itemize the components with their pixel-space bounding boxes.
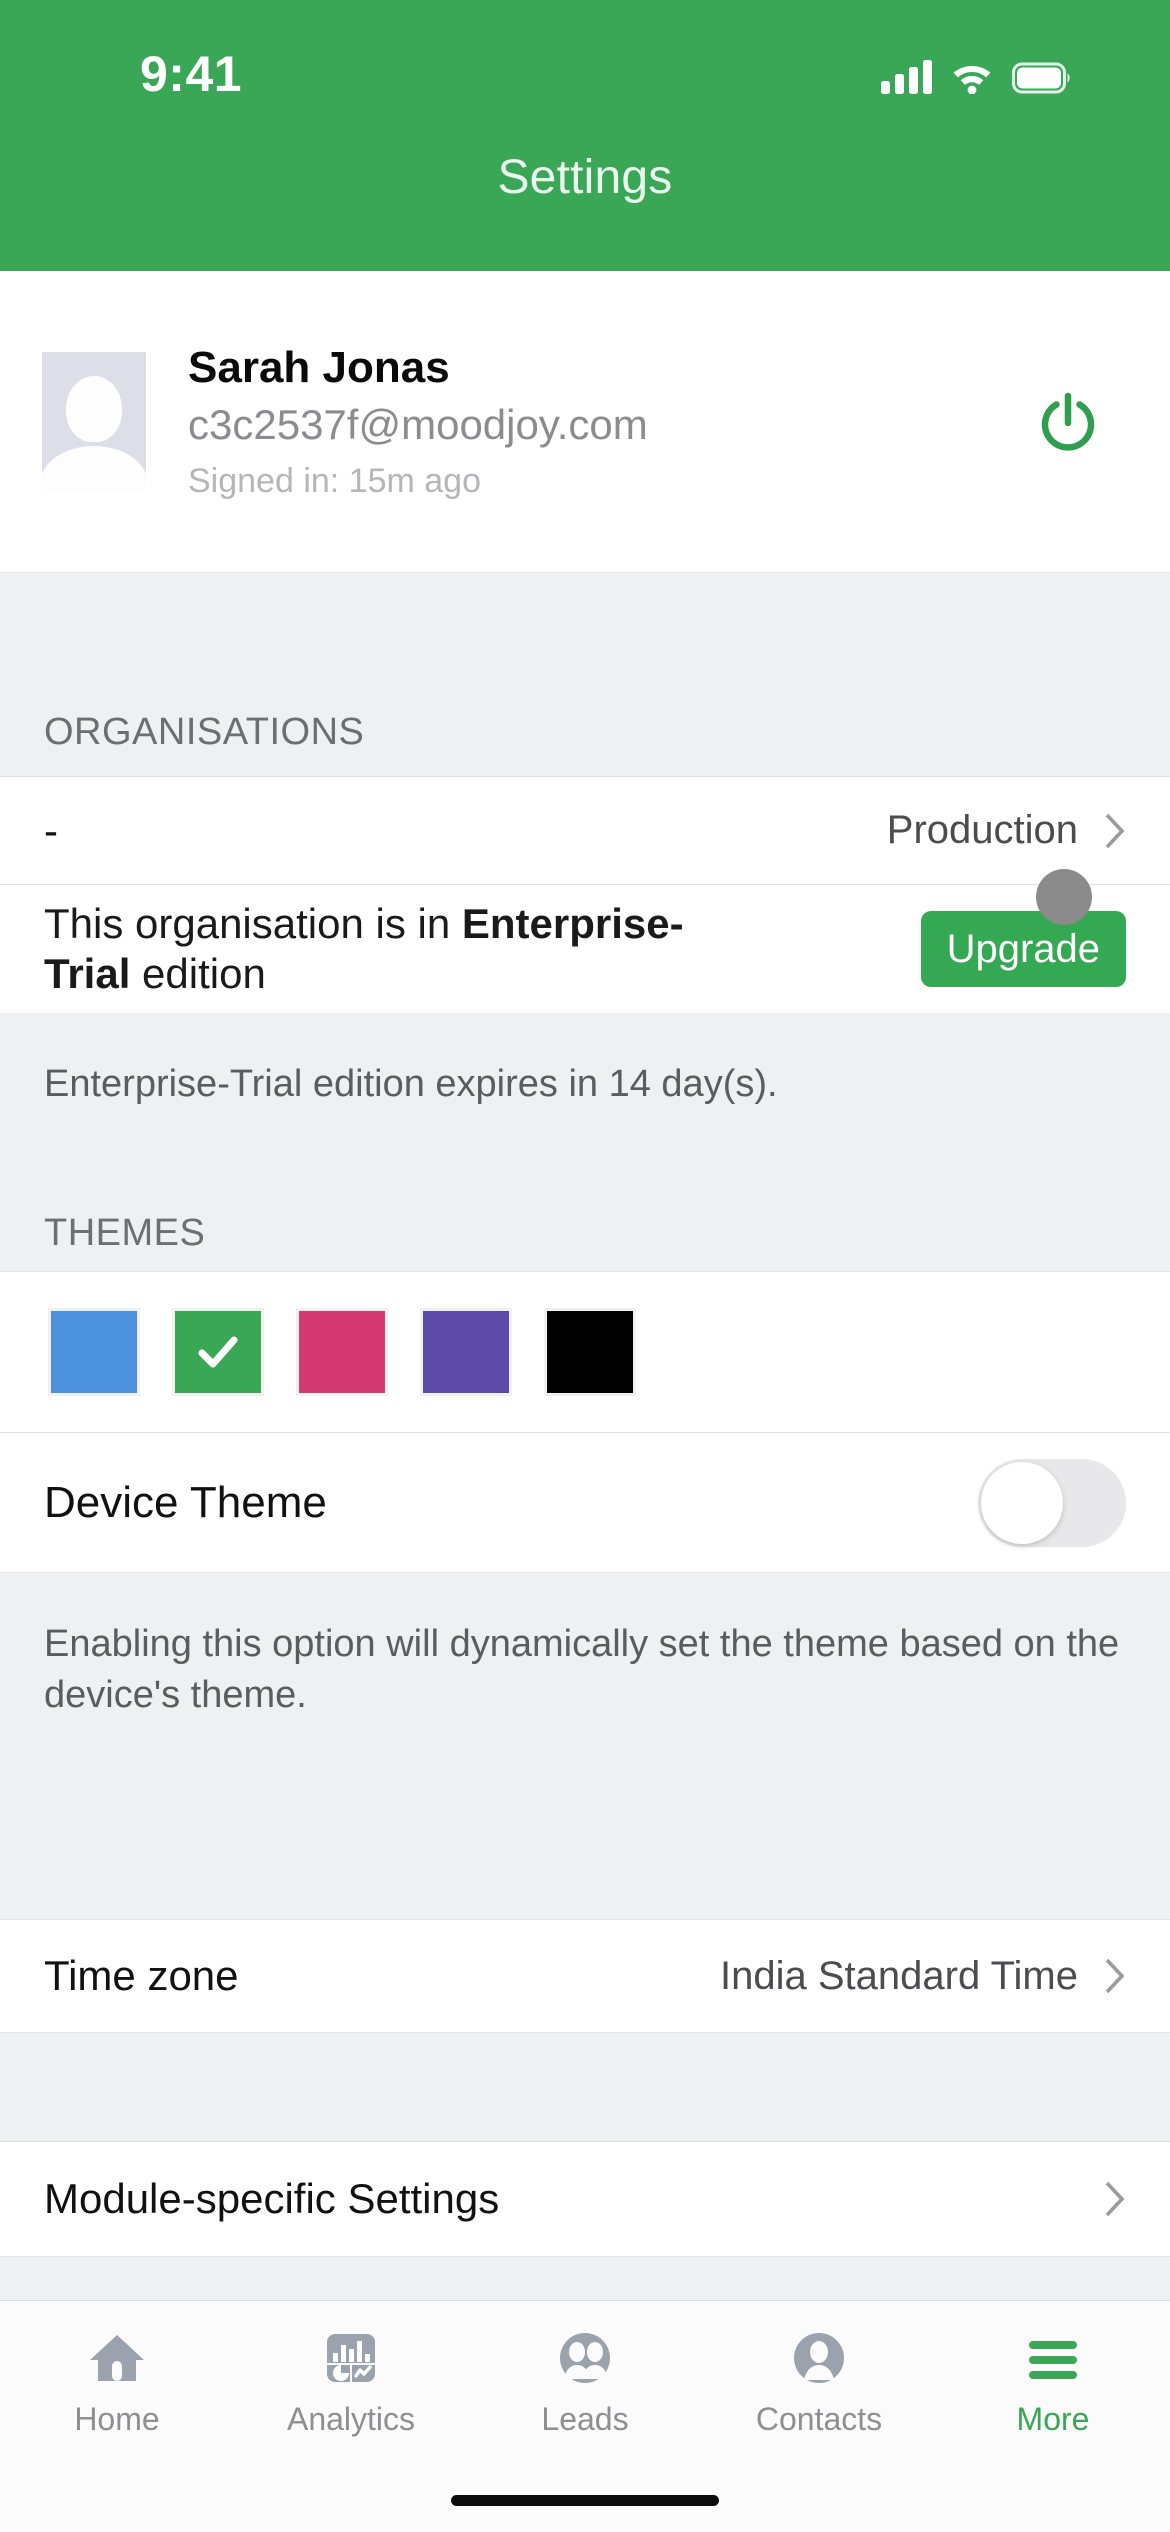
organisation-name: - bbox=[44, 806, 58, 854]
upgrade-button[interactable]: Upgrade bbox=[920, 911, 1126, 987]
contact-person-icon bbox=[788, 2327, 850, 2389]
chevron-right-icon bbox=[1105, 813, 1125, 848]
theme-swatch-black[interactable] bbox=[544, 1308, 636, 1396]
profile-details: Sarah Jonas c3c2537f@moodjoy.com Signed … bbox=[188, 340, 1170, 503]
app-header: 9:41 Settings bbox=[0, 0, 1170, 271]
spacer-before-module-settings bbox=[0, 2033, 1170, 2141]
chevron-right-icon bbox=[1105, 2181, 1125, 2217]
theme-swatch-green[interactable] bbox=[172, 1308, 264, 1396]
tab-analytics-label: Analytics bbox=[286, 2401, 416, 2437]
tab-home-label: Home bbox=[74, 2401, 160, 2437]
settings-scroll-area[interactable]: Sarah Jonas c3c2537f@moodjoy.com Signed … bbox=[0, 271, 1170, 2297]
module-specific-settings-row[interactable]: Module-specific Settings bbox=[0, 2141, 1170, 2257]
home-icon bbox=[86, 2327, 148, 2389]
time-zone-value: India Standard Time bbox=[720, 1953, 1078, 1998]
themes-section-header: THEMES bbox=[0, 1173, 1170, 1271]
device-theme-toggle[interactable] bbox=[978, 1458, 1126, 1547]
theme-swatch-list[interactable] bbox=[0, 1271, 1170, 1433]
wifi-icon bbox=[953, 66, 991, 94]
power-sign-out-icon[interactable] bbox=[1032, 386, 1104, 458]
bottom-tab-bar: Home Analytics Leads Contacts More bbox=[0, 2300, 1170, 2532]
organisation-row[interactable]: - Production bbox=[0, 776, 1170, 885]
user-placeholder-avatar bbox=[42, 351, 146, 492]
profile-row[interactable]: Sarah Jonas c3c2537f@moodjoy.com Signed … bbox=[0, 271, 1170, 573]
spacer-before-timezone bbox=[0, 1805, 1170, 1919]
check-icon bbox=[198, 1336, 238, 1368]
profile-email: c3c2537f@moodjoy.com bbox=[188, 401, 648, 449]
toggle-knob bbox=[981, 1461, 1063, 1544]
device-theme-description: Enabling this option will dynamically se… bbox=[0, 1573, 1170, 1805]
status-bar: 9:41 bbox=[0, 0, 1170, 140]
tab-more[interactable]: More bbox=[936, 2301, 1170, 2532]
tab-home[interactable]: Home bbox=[0, 2301, 234, 2532]
device-theme-row[interactable]: Device Theme bbox=[0, 1433, 1170, 1573]
device-theme-label: Device Theme bbox=[44, 1477, 327, 1527]
profile-name: Sarah Jonas bbox=[188, 342, 450, 392]
status-icons bbox=[881, 48, 1072, 94]
tab-analytics[interactable]: Analytics bbox=[234, 2301, 468, 2532]
spacer-bottom bbox=[0, 2257, 1170, 2297]
edition-text-prefix: This organisation is in bbox=[44, 900, 462, 948]
organisation-value: Production bbox=[886, 808, 1078, 852]
module-specific-settings-label: Module-specific Settings bbox=[44, 2175, 500, 2222]
status-time: 9:41 bbox=[140, 46, 243, 102]
tab-contacts[interactable]: Contacts bbox=[702, 2301, 936, 2532]
edition-expiry-note: Enterprise-Trial edition expires in 14 d… bbox=[0, 1013, 1170, 1173]
page-title: Settings bbox=[497, 151, 673, 204]
chevron-right-icon bbox=[1105, 1958, 1125, 1994]
time-zone-row[interactable]: Time zone India Standard Time bbox=[0, 1919, 1170, 2033]
organisations-section-header: ORGANISATIONS bbox=[0, 573, 1170, 776]
tab-more-label: More bbox=[1016, 2401, 1090, 2437]
leads-people-icon bbox=[554, 2327, 616, 2389]
edition-upgrade-row: This organisation is in Enterprise-Trial… bbox=[0, 869, 1170, 1013]
edition-text: This organisation is in Enterprise-Trial… bbox=[44, 899, 744, 998]
theme-swatch-blue[interactable] bbox=[48, 1308, 140, 1396]
hamburger-menu-icon bbox=[1022, 2327, 1084, 2389]
battery-icon bbox=[1012, 62, 1070, 94]
time-zone-label: Time zone bbox=[44, 1952, 239, 1999]
edition-text-suffix: edition bbox=[130, 950, 266, 997]
theme-swatch-pink[interactable] bbox=[296, 1308, 388, 1396]
touch-cursor-indicator bbox=[1036, 869, 1092, 925]
theme-swatch-purple[interactable] bbox=[420, 1308, 512, 1396]
analytics-chart-icon bbox=[320, 2327, 382, 2389]
phone-screen: 9:41 Settings Sarah Jonas c3c2537f@moodj… bbox=[0, 0, 1170, 2532]
home-indicator bbox=[451, 2495, 719, 2506]
cellular-signal-icon bbox=[881, 60, 932, 94]
tab-contacts-label: Contacts bbox=[755, 2401, 883, 2437]
profile-signed-in: Signed in: 15m ago bbox=[188, 461, 481, 500]
tab-leads-label: Leads bbox=[541, 2401, 629, 2437]
